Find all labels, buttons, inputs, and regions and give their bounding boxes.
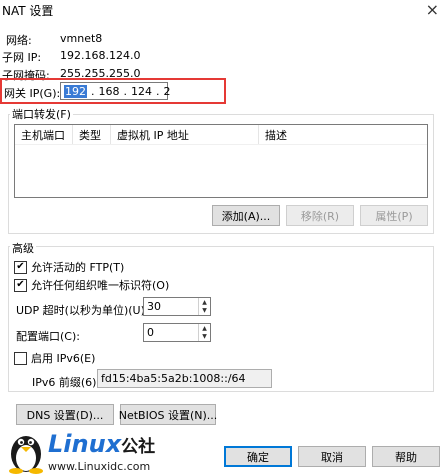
list-header: 主机端口 类型 虚拟机 IP 地址 描述 (15, 125, 427, 145)
ok-button[interactable]: 确定 (224, 446, 292, 467)
column-host-port[interactable]: 主机端口 (15, 125, 73, 144)
config-port-stepper[interactable]: 0 ▲ ▼ (143, 323, 211, 342)
gateway-ip-segment-4[interactable]: 2 (164, 85, 171, 98)
gateway-ip-input[interactable]: 192 . 168 . 124 . 2 (60, 82, 171, 100)
close-icon[interactable]: × (426, 0, 439, 19)
subnet-ip-label: 子网 IP: (2, 51, 42, 64)
ip-dot: . (156, 84, 160, 98)
netbios-settings-button[interactable]: NetBIOS 设置(N)... (119, 404, 217, 425)
enable-ipv6-label: 启用 IPv6(E) (31, 352, 96, 365)
port-forwarding-title: 端口转发(F) (10, 106, 73, 122)
checkbox-checked-icon[interactable]: ✔ (14, 278, 27, 292)
network-label: 网络: (6, 34, 32, 47)
spin-down-icon[interactable]: ▼ (199, 333, 210, 342)
properties-button[interactable]: 属性(P) (360, 205, 428, 226)
allow-any-oui-option[interactable]: ✔ 允许任何组织唯一标识符(O) (14, 277, 169, 293)
network-value: vmnet8 (60, 32, 103, 45)
watermark-url: www.Linuxidc.com (48, 460, 151, 473)
checkbox-unchecked-icon[interactable] (14, 351, 27, 365)
subnet-ip-value: 192.168.124.0 (60, 49, 141, 62)
gateway-label: 网关 IP(G): (4, 87, 61, 100)
column-vm-ip[interactable]: 虚拟机 IP 地址 (111, 125, 259, 144)
spin-up-icon[interactable]: ▲ (199, 298, 210, 307)
udp-timeout-stepper[interactable]: 30 ▲ ▼ (143, 297, 211, 316)
tux-logo-icon (9, 436, 43, 474)
allow-ftp-label: 允许活动的 FTP(T) (31, 261, 125, 274)
udp-timeout-value: 30 (147, 300, 161, 313)
window-title: NAT 设置 (2, 4, 54, 18)
spin-up-icon[interactable]: ▲ (199, 324, 210, 333)
linuxidc-watermark: Linux公社 www.Linuxidc.com (4, 428, 184, 474)
udp-timeout-label: UDP 超时(以秒为单位)(U): (16, 304, 149, 317)
advanced-title: 高级 (10, 240, 36, 256)
remove-button[interactable]: 移除(R) (286, 205, 354, 226)
gateway-ip-segment-1[interactable]: 192 (64, 84, 87, 98)
ipv6-prefix-value: fd15:4ba5:5a2b:1008::/64 (101, 372, 246, 385)
gateway-ip-segment-3[interactable]: 124 (131, 85, 152, 98)
watermark-brand-suffix: 公社 (121, 437, 156, 457)
spin-down-icon[interactable]: ▼ (199, 307, 210, 316)
ip-dot: . (91, 84, 95, 98)
dns-settings-button[interactable]: DNS 设置(D)... (16, 404, 114, 425)
allow-ftp-option[interactable]: ✔ 允许活动的 FTP(T) (14, 259, 124, 275)
help-button[interactable]: 帮助 (372, 446, 440, 467)
watermark-brand: Linux (48, 430, 122, 458)
gateway-ip-segment-2[interactable]: 168 (99, 85, 120, 98)
cancel-button[interactable]: 取消 (298, 446, 366, 467)
port-forwarding-list[interactable]: 主机端口 类型 虚拟机 IP 地址 描述 (14, 124, 428, 198)
checkbox-checked-icon[interactable]: ✔ (14, 260, 27, 274)
ip-dot: . (123, 84, 128, 98)
ipv6-prefix-label: IPv6 前缀(6): (32, 376, 101, 389)
ipv6-prefix-field: fd15:4ba5:5a2b:1008::/64 (97, 369, 272, 388)
config-port-label: 配置端口(C): (16, 330, 80, 343)
allow-any-oui-label: 允许任何组织唯一标识符(O) (31, 279, 170, 292)
column-description[interactable]: 描述 (259, 125, 427, 144)
config-port-value: 0 (147, 326, 154, 339)
enable-ipv6-option[interactable]: 启用 IPv6(E) (14, 350, 95, 366)
column-type[interactable]: 类型 (73, 125, 111, 144)
add-button[interactable]: 添加(A)... (212, 205, 280, 226)
